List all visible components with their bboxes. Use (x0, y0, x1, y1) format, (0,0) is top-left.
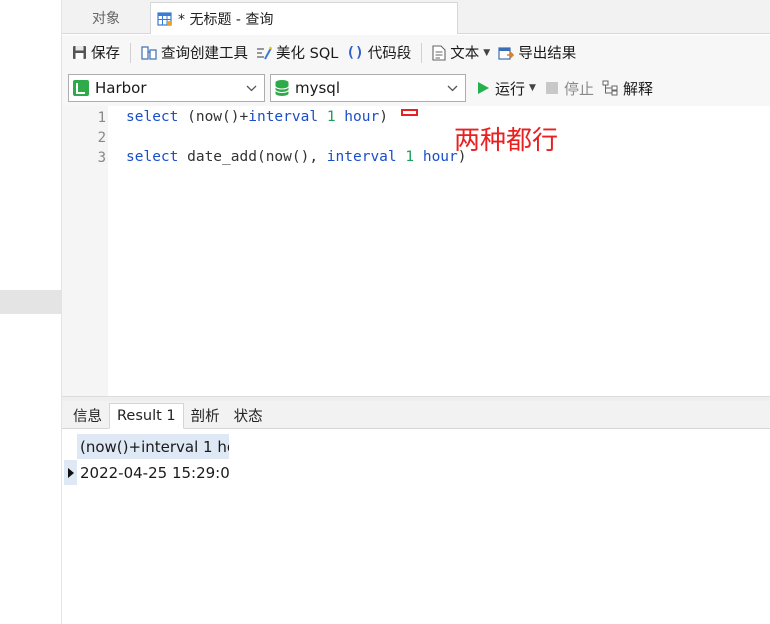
tab-status[interactable]: 状态 (227, 402, 270, 428)
run-button[interactable]: 运行 ▼ (476, 78, 536, 99)
annotation-text: 两种都行 (454, 126, 559, 156)
tab-query[interactable]: * 无标题 - 查询 (150, 2, 458, 34)
sql-editor[interactable]: 1 2 3 select (now()+interval 1 hour) sel… (62, 106, 770, 396)
chevron-down-icon (246, 85, 257, 92)
beautify-icon (257, 46, 272, 59)
save-button[interactable]: 保存 (68, 40, 124, 66)
line-number: 1 (97, 110, 106, 126)
tab-info[interactable]: 信息 (66, 402, 109, 428)
tab-objects[interactable]: 对象 (62, 2, 150, 34)
code-snippet-icon: () (346, 44, 364, 61)
code-line-3[interactable]: select date_add(now(), interval 1 hour) (126, 149, 467, 165)
current-row-arrow-icon (68, 468, 74, 478)
line-number-gutter: 1 2 3 (62, 106, 108, 396)
object-panel (0, 0, 62, 624)
database-icon (275, 80, 289, 96)
dropdown-caret-icon[interactable]: ▼ (483, 48, 490, 58)
text-document-icon (432, 44, 446, 61)
row-indicator[interactable] (64, 460, 77, 485)
result-grid: (now()+interval 1 ho 2022-04-25 15:29:02 (62, 430, 770, 624)
save-icon (73, 46, 86, 59)
export-result-button[interactable]: 导出结果 (494, 40, 580, 66)
line-number: 2 (97, 130, 106, 146)
dropdown-caret-icon[interactable]: ▼ (529, 83, 536, 93)
line-number: 3 (97, 150, 106, 166)
text-button[interactable]: 文本 ▼ (428, 40, 494, 66)
beautify-sql-button[interactable]: 美化 SQL (252, 40, 342, 66)
toolbar-separator (421, 42, 423, 63)
code-line-1[interactable]: select (now()+interval 1 hour) (126, 109, 388, 125)
column-header[interactable]: (now()+interval 1 ho (77, 434, 229, 459)
connection-bar: Harbor mysql 运行 ▼ 停止 解释 (62, 70, 770, 106)
tab-result-1[interactable]: Result 1 (109, 403, 184, 429)
explain-button[interactable]: 解释 (602, 78, 653, 99)
database-select[interactable]: mysql (270, 74, 466, 102)
explain-icon (602, 80, 618, 96)
export-icon (498, 46, 515, 60)
tab-profile[interactable]: 剖析 (184, 402, 227, 428)
toolbar-separator (130, 42, 131, 63)
annotation-red-box (401, 109, 418, 116)
query-builder-button[interactable]: 查询创建工具 (137, 40, 252, 66)
stop-button[interactable]: 停止 (545, 78, 594, 99)
object-panel-selected-row[interactable] (0, 290, 61, 314)
connection-select[interactable]: Harbor (68, 74, 265, 102)
query-table-icon (157, 11, 172, 26)
stop-icon (545, 82, 558, 94)
result-tab-bar: 信息 Result 1 剖析 状态 (62, 401, 770, 429)
code-snippet-button[interactable]: () 代码段 (342, 40, 415, 66)
query-builder-icon (141, 45, 157, 60)
play-icon (478, 82, 489, 94)
main-toolbar: 保存 查询创建工具 美化 SQL () 代码段 文本 ▼ 导出结果 (62, 35, 770, 70)
connection-icon (73, 80, 89, 96)
tab-bar: 对象 * 无标题 - 查询 (62, 0, 770, 34)
table-cell[interactable]: 2022-04-25 15:29:02 (77, 460, 229, 485)
chevron-down-icon (447, 85, 458, 92)
